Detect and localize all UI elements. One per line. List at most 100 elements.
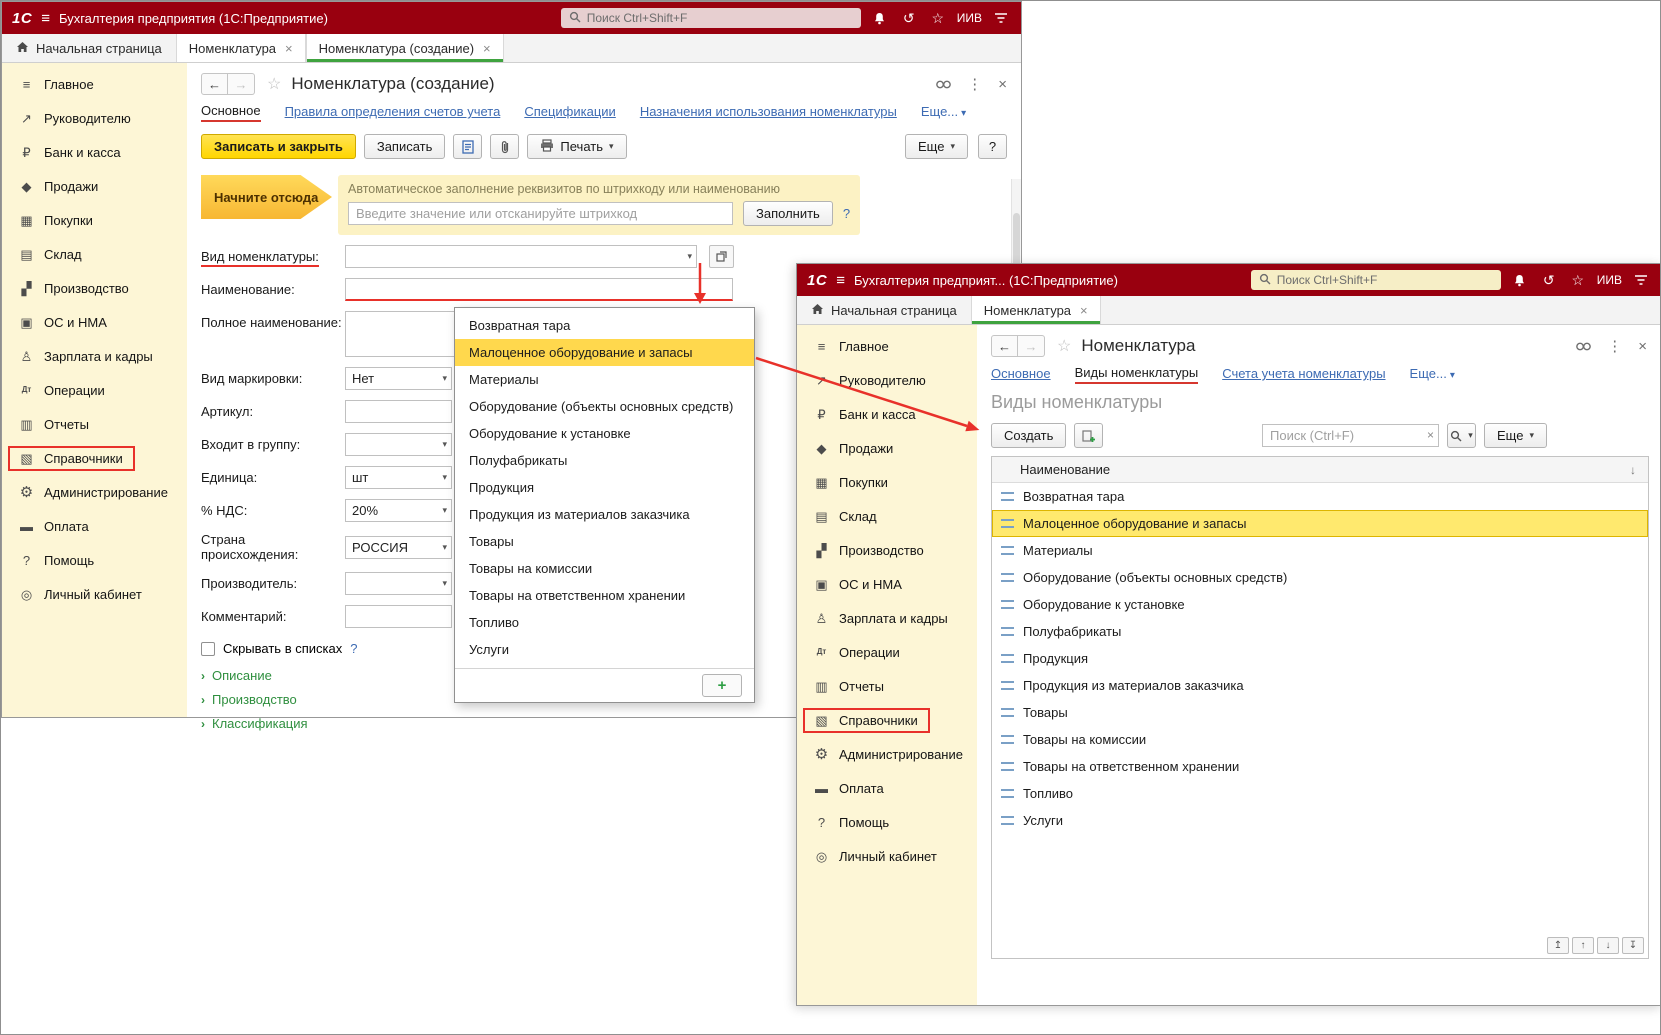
more-menu-icon[interactable]: ⋮ xyxy=(1607,337,1622,355)
dropdown-item[interactable]: Товары на комиссии xyxy=(455,555,754,582)
global-search-input[interactable]: Поиск Ctrl+Shift+F xyxy=(1250,270,1501,290)
dropdown-caret-icon[interactable]: ▾ xyxy=(442,472,447,483)
user-initials[interactable]: ИИВ xyxy=(1597,273,1622,287)
history-icon[interactable]: ↺ xyxy=(1539,272,1559,289)
sidebar-item[interactable]: ≡ Главное xyxy=(2,67,187,101)
table-row[interactable]: Товары на ответственном хранении xyxy=(992,753,1648,780)
home-tab[interactable]: Начальная страница xyxy=(2,34,176,62)
comment-input[interactable] xyxy=(345,605,452,628)
page-up-button[interactable]: ↑ xyxy=(1572,937,1594,954)
sidebar-item[interactable]: ▤ Склад xyxy=(797,499,977,533)
table-row[interactable]: Продукция xyxy=(992,645,1648,672)
unit-input[interactable] xyxy=(345,466,452,489)
sidebar-item[interactable]: ₽ Банк и касса xyxy=(797,397,977,431)
group-input[interactable] xyxy=(345,433,452,456)
autofill-help-link[interactable]: ? xyxy=(843,206,850,221)
table-row[interactable]: Оборудование (объекты основных средств) xyxy=(992,564,1648,591)
clear-search-icon[interactable]: × xyxy=(1427,428,1434,442)
sidebar-item[interactable]: ↗ Руководителю xyxy=(2,101,187,135)
sidebar-item[interactable]: ₽ Банк и касса xyxy=(2,135,187,169)
sidebar-item[interactable]: ▦ Покупки xyxy=(2,203,187,237)
sort-arrow-icon[interactable]: ↓ xyxy=(1630,463,1636,477)
dropdown-item[interactable]: Продукция из материалов заказчика xyxy=(455,501,754,528)
favorites-star-icon[interactable]: ☆ xyxy=(928,10,948,27)
sidebar-item[interactable]: ◎ Личный кабинет xyxy=(2,577,187,611)
sidebar-item[interactable]: ▞ Производство xyxy=(797,533,977,567)
notifications-bell-icon[interactable] xyxy=(870,12,890,25)
go-last-button[interactable]: ↧ xyxy=(1622,937,1644,954)
document-tab[interactable]: Номенклатура × xyxy=(175,34,306,62)
table-row[interactable]: Услуги xyxy=(992,807,1648,834)
favorite-star-icon[interactable]: ☆ xyxy=(267,74,281,94)
sidebar-item[interactable]: ◆ Продажи xyxy=(2,169,187,203)
sidebar-item[interactable]: ↗ Руководителю xyxy=(797,363,977,397)
sidebar-item[interactable]: ▦ Покупки xyxy=(797,465,977,499)
table-row[interactable]: Продукция из материалов заказчика xyxy=(992,672,1648,699)
fill-button[interactable]: Заполнить xyxy=(743,201,833,226)
section-link[interactable]: Еще... ▾ xyxy=(921,104,966,121)
dropdown-caret-icon[interactable]: ▾ xyxy=(442,373,447,384)
more-button[interactable]: Еще ▾ xyxy=(1484,423,1547,448)
hamburger-menu-icon[interactable]: ≡ xyxy=(41,10,50,27)
print-button[interactable]: Печать ▾ xyxy=(527,134,627,159)
history-icon[interactable]: ↺ xyxy=(899,10,919,27)
page-down-button[interactable]: ↓ xyxy=(1597,937,1619,954)
favorites-star-icon[interactable]: ☆ xyxy=(1568,272,1588,289)
close-form-icon[interactable]: × xyxy=(998,76,1007,93)
sidebar-item[interactable]: ▧ Справочники xyxy=(2,441,187,475)
get-link-icon[interactable] xyxy=(936,80,952,89)
section-link[interactable]: Основное▾ xyxy=(991,366,1051,383)
sidebar-item[interactable]: ♙ Зарплата и кадры xyxy=(797,601,977,635)
hamburger-menu-icon[interactable]: ≡ xyxy=(836,272,845,289)
dropdown-item[interactable]: Оборудование (объекты основных средств) xyxy=(455,393,754,420)
sidebar-item[interactable]: ▧ Справочники xyxy=(797,703,977,737)
sidebar-item[interactable]: ♙ Зарплата и кадры xyxy=(2,339,187,373)
save-and-close-button[interactable]: Записать и закрыть xyxy=(201,134,356,159)
section-link[interactable]: Назначения использования номенклатуры▾ xyxy=(640,104,897,121)
show-in-list-button[interactable] xyxy=(453,134,483,159)
sidebar-item[interactable]: ⚙ Администрирование xyxy=(797,737,977,771)
forward-button[interactable]: → xyxy=(228,73,255,95)
name-input[interactable] xyxy=(345,278,733,301)
dropdown-item[interactable]: Товары xyxy=(455,528,754,555)
sidebar-item[interactable]: Дт Операции xyxy=(797,635,977,669)
attachments-button[interactable] xyxy=(490,134,520,159)
sidebar-item[interactable]: ▤ Склад xyxy=(2,237,187,271)
table-row[interactable]: Топливо xyxy=(992,780,1648,807)
back-button[interactable]: ← xyxy=(991,335,1018,357)
section-link[interactable]: Основное▾ xyxy=(201,103,261,122)
create-group-button[interactable] xyxy=(1074,423,1104,448)
favorite-star-icon[interactable]: ☆ xyxy=(1057,336,1071,356)
name-column-header[interactable]: Наименование xyxy=(1020,462,1110,477)
section-link[interactable]: Виды номенклатуры▾ xyxy=(1074,365,1199,384)
create-button[interactable]: Создать xyxy=(991,423,1067,448)
barcode-input[interactable] xyxy=(348,202,733,225)
nomenclature-type-input[interactable] xyxy=(345,245,697,268)
table-row[interactable]: Товары на комиссии xyxy=(992,726,1648,753)
sidebar-item[interactable]: ▞ Производство xyxy=(2,271,187,305)
forward-button[interactable]: → xyxy=(1018,335,1045,357)
sidebar-item[interactable]: ▥ Отчеты xyxy=(797,669,977,703)
sidebar-item[interactable]: ▬ Оплата xyxy=(797,771,977,805)
dropdown-item[interactable]: Товары на ответственном хранении xyxy=(455,582,754,609)
hide-in-lists-checkbox[interactable] xyxy=(201,641,215,656)
sidebar-item[interactable]: ◎ Личный кабинет xyxy=(797,839,977,873)
table-row[interactable]: Оборудование к установке xyxy=(992,591,1648,618)
table-row[interactable]: Малоценное оборудование и запасы xyxy=(992,510,1648,537)
dropdown-item[interactable]: Полуфабрикаты xyxy=(455,447,754,474)
save-button[interactable]: Записать xyxy=(363,134,446,159)
help-button[interactable]: ? xyxy=(978,134,1007,159)
table-row[interactable]: Возвратная тара xyxy=(992,483,1648,510)
dropdown-item[interactable]: Продукция xyxy=(455,474,754,501)
more-menu-icon[interactable]: ⋮ xyxy=(967,75,982,93)
add-new-type-button[interactable]: + xyxy=(702,674,742,697)
sidebar-item[interactable]: Дт Операции xyxy=(2,373,187,407)
dropdown-item[interactable]: Малоценное оборудование и запасы xyxy=(455,339,754,366)
sidebar-item[interactable]: ⚙ Администрирование xyxy=(2,475,187,509)
notifications-bell-icon[interactable] xyxy=(1510,274,1530,287)
dropdown-item[interactable]: Топливо xyxy=(455,609,754,636)
document-tab[interactable]: Номенклатура × xyxy=(970,296,1101,324)
dropdown-caret-icon[interactable]: ▾ xyxy=(442,578,447,589)
dropdown-caret-icon[interactable]: ▾ xyxy=(687,251,692,262)
close-form-icon[interactable]: × xyxy=(1638,338,1647,355)
